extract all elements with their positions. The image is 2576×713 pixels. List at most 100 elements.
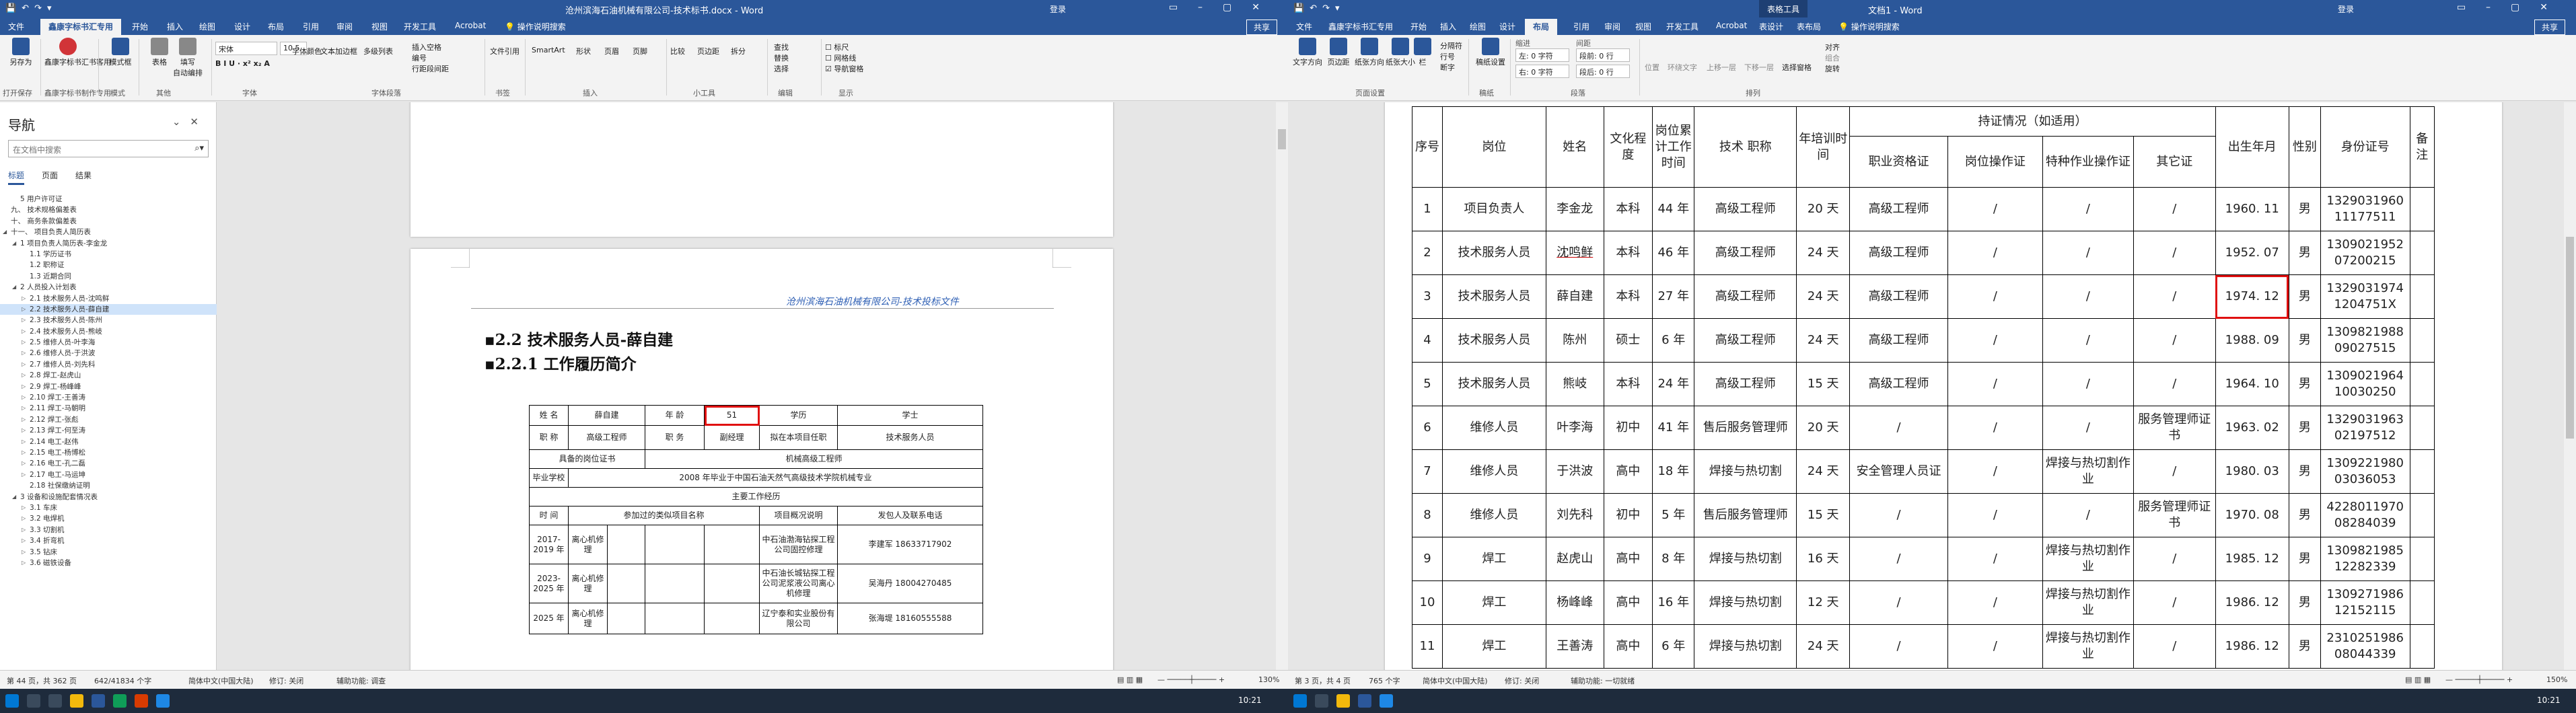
cell-c2[interactable]: / [1947,580,2043,625]
cell-name[interactable]: 薛自建 [1545,274,1604,319]
cell-c3[interactable]: / [2042,362,2134,406]
nav-tab-headings[interactable]: 标题 [8,170,25,185]
cell-post[interactable]: 焊工 [1441,624,1546,669]
nav-item[interactable]: ▷ 2.4 技术服务人员-熊岐 [0,326,217,337]
tab-view[interactable]: 视图 [1635,21,1651,32]
collapse-icon[interactable]: ◢ [12,492,16,502]
nav-item[interactable]: 2.18 社保缴纳证明 [0,480,217,491]
cell-c4[interactable]: / [2133,580,2216,625]
task-view-icon[interactable] [48,694,62,708]
nav-item[interactable]: ▷ 3.5 钻床 [0,547,217,558]
cell-c2[interactable]: / [1947,493,2043,537]
nav-item[interactable]: 1.2 职称证 [0,260,217,270]
breaks-button[interactable]: 分隔符 [1440,40,1462,51]
expand-icon[interactable]: ▷ [22,425,26,436]
nav-item[interactable]: ▷ 2.12 焊工-张彪 [0,414,217,425]
compare-button[interactable]: 比较 [670,46,685,57]
nav-item[interactable]: ▷ 3.1 车床 [0,502,217,513]
scroll-thumb[interactable] [2566,237,2574,439]
cell-years[interactable]: 18 年 [1652,449,1695,494]
expand-icon[interactable]: ▷ [22,359,26,370]
track-changes[interactable]: 修订: 关闭 [1505,675,1539,686]
nav-item[interactable]: ▷ 2.9 焊工-杨峰峰 [0,381,217,392]
nav-item[interactable]: ◢ 3 设备和设施配套情况表 [0,492,217,502]
gridlines-checkbox[interactable]: ☐ 网格线 [825,52,856,63]
cell-title[interactable]: 焊接与热切割 [1694,624,1797,669]
scroll-thumb[interactable] [1278,129,1286,149]
cell-note[interactable] [2409,624,2435,669]
cell-birth[interactable]: 1960. 11 [2215,187,2289,231]
nav-item[interactable]: ▷ 2.13 焊工-何至涛 [0,425,217,436]
search-icon[interactable] [27,694,40,708]
cell-c1[interactable]: 高级工程师 [1849,362,1948,406]
tab-draw[interactable]: 绘图 [1470,21,1486,32]
cell-name[interactable]: 王善涛 [1545,624,1604,669]
view-buttons[interactable]: ▤ ▥ ▦ [2405,675,2431,684]
window-controls[interactable]: ▭–▢✕ [2457,2,2568,13]
cell-note[interactable] [2409,493,2435,537]
file-reference-button[interactable]: 文件引用 [490,46,520,57]
tab-review[interactable]: 审阅 [336,21,353,32]
nav-tab-pages[interactable]: 页面 [42,170,58,181]
cell-c2[interactable]: / [1947,537,2043,581]
cell-c3[interactable]: / [2042,274,2134,319]
cell-name[interactable]: 沈鸣鲜 [1545,231,1604,275]
nav-item[interactable]: ▷ 2.16 电工-孔二磊 [0,458,217,469]
cell-birth[interactable]: 1980. 03 [2215,449,2289,494]
cell-name[interactable]: 叶李海 [1545,406,1604,450]
cell-no[interactable]: 10 [1412,580,1443,625]
nav-item[interactable]: ▷ 2.6 维修人员-于洪波 [0,348,217,359]
shapes-button[interactable]: 形状 [576,46,591,57]
cell-edu[interactable]: 高中 [1603,449,1653,494]
cell-edu[interactable]: 本科 [1603,231,1653,275]
cell-birth-highlighted[interactable]: 1974. 12 [2215,274,2289,319]
file-explorer-icon[interactable] [1336,694,1350,708]
cell-edu[interactable]: 高中 [1603,624,1653,669]
numbering-button[interactable]: 编号 [412,52,427,63]
nav-item[interactable]: ▷ 2.3 技术服务人员-陈州 [0,315,217,326]
cell-c4[interactable]: 服务管理师证书 [2133,406,2216,450]
cell-sex[interactable]: 男 [2288,624,2321,669]
cell-birth[interactable]: 1952. 07 [2215,231,2289,275]
cell-title[interactable]: 焊接与热切割 [1694,537,1797,581]
cell-c4[interactable]: / [2133,187,2216,231]
cell-id[interactable]: 2310251986 08044339 [2320,624,2410,669]
nav-item[interactable]: ▷ 3.3 切割机 [0,525,217,535]
cell-title[interactable]: 高级工程师 [1694,231,1797,275]
cell-id[interactable]: 1329031974 1204751X [2320,274,2410,319]
cell-id[interactable]: 1309021964 10030250 [2320,362,2410,406]
login-link[interactable]: 登录 [1050,3,1066,15]
cell-train[interactable]: 15 天 [1796,362,1851,406]
login-link[interactable]: 登录 [2338,3,2354,15]
expand-icon[interactable]: ▷ [22,337,26,348]
collapse-icon[interactable]: ◢ [3,227,7,237]
cell-title[interactable]: 售后服务管理师 [1694,493,1797,537]
tab-insert[interactable]: 插入 [1440,21,1456,32]
expand-icon[interactable]: ▷ [22,470,26,480]
nav-item[interactable]: ▷ 2.14 电工-赵伟 [0,437,217,447]
cell-years[interactable]: 46 年 [1652,231,1695,275]
cell-train[interactable]: 16 天 [1796,537,1851,581]
cell-birth[interactable]: 1963. 02 [2215,406,2289,450]
page-count[interactable]: 第 3 页，共 4 页 [1295,675,1351,686]
group-button[interactable]: 组合 [1825,52,1840,63]
cell-id[interactable]: 1309821985 12282339 [2320,537,2410,581]
cell-no[interactable]: 8 [1412,493,1443,537]
tab-search[interactable]: 💡 操作说明搜索 [1838,21,1900,32]
cell-sex[interactable]: 男 [2288,274,2321,319]
cell-c2[interactable]: / [1947,187,2043,231]
tab-biaoshu[interactable]: 鑫康字标书汇专用 [40,19,122,35]
language[interactable]: 简体中文(中国大陆) [1423,675,1488,686]
wrap-text-button[interactable]: 环绕文字 [1668,62,1697,73]
cell-train[interactable]: 20 天 [1796,187,1851,231]
mode-box-button[interactable]: 模式框 [101,38,140,67]
cell-title[interactable]: 高级工程师 [1694,362,1797,406]
cell-c1[interactable]: 高级工程师 [1849,274,1948,319]
cell-post[interactable]: 技术服务人员 [1441,231,1546,275]
nav-item[interactable]: ▷ 2.10 焊工-王善涛 [0,392,217,403]
biaoshu-book-button[interactable]: 鑫康字标书汇书客用 [44,38,111,67]
cell-train[interactable]: 24 天 [1796,274,1851,319]
margins-button[interactable]: 页边距 [697,46,719,57]
cell-name[interactable]: 李金龙 [1545,187,1604,231]
tab-home[interactable]: 开始 [1410,21,1427,32]
